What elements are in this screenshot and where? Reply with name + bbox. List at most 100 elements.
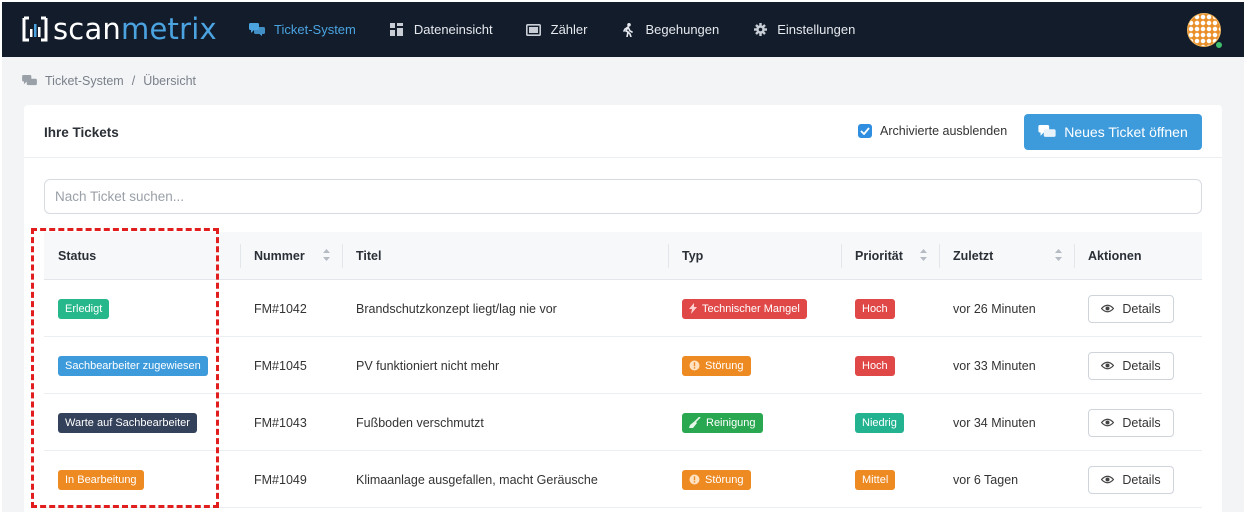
cell-status: In Bearbeitung [44, 451, 240, 508]
sort-icon [323, 249, 330, 261]
cell-titel: PV funktioniert nicht mehr [356, 358, 500, 373]
cell-nummer: FM#1045 [254, 358, 307, 373]
archive-toggle[interactable]: Archivierte ausblenden [858, 124, 1007, 138]
eye-icon [1101, 304, 1115, 313]
cell-nummer: FM#1042 [254, 301, 307, 316]
column-titel: Titel [342, 232, 668, 280]
cell-typ: Störung [668, 451, 841, 508]
breadcrumb-root[interactable]: Ticket-System [45, 74, 124, 88]
priority-badge: Mittel [855, 469, 896, 490]
cell-zuletzt: vor 6 Tagen [953, 472, 1019, 487]
comments-icon [22, 75, 37, 87]
nav-item-label: Begehungen [645, 22, 720, 37]
nav-item-einstellungen[interactable]: Einstellungen [752, 22, 855, 37]
logo-metrix-text: metrix [121, 12, 217, 46]
logo-wordmark: scanmetrix [53, 12, 217, 46]
type-badge: Technischer Mangel [682, 298, 807, 319]
column-status: Status [44, 232, 240, 280]
cell-aktionen: Details [1074, 337, 1202, 394]
details-button[interactable]: Details [1088, 408, 1174, 437]
type-label: Technischer Mangel [702, 302, 800, 315]
column-label: Typ [682, 249, 704, 263]
cell-titel: Klimaanlage ausgefallen, macht Geräusche [356, 472, 598, 487]
priority-badge: Hoch [855, 355, 895, 376]
cell-typ: Störung [668, 337, 841, 394]
cell-status: Erledigt [44, 280, 240, 337]
column-label: Titel [356, 249, 382, 263]
gear-icon [752, 23, 768, 37]
table-row: Erledigt FM#1042 Brandschutzkonzept lieg… [44, 280, 1202, 337]
cell-nummer: FM#1049 [254, 472, 307, 487]
app-logo[interactable]: scanmetrix [22, 12, 217, 46]
nav-item-label: Einstellungen [777, 22, 856, 37]
sort-icon [1055, 249, 1062, 261]
column-label: Aktionen [1088, 249, 1142, 263]
status-badge: In Bearbeitung [58, 469, 144, 490]
cell-zuletzt: vor 33 Minuten [953, 358, 1036, 373]
type-label: Störung [705, 359, 744, 372]
details-label: Details [1122, 472, 1161, 487]
nav-item-label: Dateneinsicht [413, 22, 493, 37]
nav-item-zaehler[interactable]: Zähler [526, 22, 588, 37]
cell-titel: Brandschutzkonzept liegt/lag nie vor [356, 301, 557, 316]
new-ticket-button[interactable]: Neues Ticket öffnen [1024, 114, 1202, 150]
cell-prioritaet: Hoch [841, 337, 939, 394]
details-button[interactable]: Details [1088, 294, 1174, 323]
cell-aktionen: Details [1074, 451, 1202, 508]
sort-icon [920, 249, 927, 261]
column-label: Zuletzt [953, 249, 994, 263]
column-label: Priorität [855, 249, 903, 263]
details-button[interactable]: Details [1088, 351, 1174, 380]
checkbox-checked-icon[interactable] [858, 124, 872, 138]
top-navbar: scanmetrix Ticket-System Dateneinsicht Z… [2, 2, 1244, 57]
eye-icon [1101, 418, 1115, 427]
cell-prioritaet: Niedrig [841, 394, 939, 451]
eye-icon [1101, 475, 1115, 484]
breadcrumb-separator: / [131, 74, 136, 88]
new-ticket-label: Neues Ticket öffnen [1064, 124, 1188, 140]
priority-badge: Hoch [855, 298, 895, 319]
breadcrumb: Ticket-System / Übersicht [22, 74, 196, 88]
card-title: Ihre Tickets [44, 125, 119, 140]
type-label: Störung [705, 473, 744, 486]
tickets-card: Ihre Tickets Archivierte ausblenden Neue… [24, 105, 1222, 512]
cell-prioritaet: Mittel [841, 451, 939, 508]
archive-checkbox-label: Archivierte ausblenden [880, 124, 1008, 138]
type-badge: Störung [682, 355, 751, 376]
table-row: In Bearbeitung FM#1049 Klimaanlage ausge… [44, 451, 1202, 508]
column-nummer[interactable]: Nummer [240, 232, 342, 280]
breadcrumb-current: Übersicht [143, 74, 196, 88]
details-button[interactable]: Details [1088, 465, 1174, 494]
bolt-icon [689, 303, 697, 314]
nav-menu: Ticket-System Dateneinsicht Zähler Begeh… [249, 2, 888, 57]
nav-item-begehungen[interactable]: Begehungen [621, 22, 720, 37]
grid-icon [389, 23, 405, 37]
cell-aktionen: Details [1074, 394, 1202, 451]
eye-icon [1101, 361, 1115, 370]
card-header: Ihre Tickets Archivierte ausblenden Neue… [24, 105, 1222, 158]
details-label: Details [1122, 415, 1161, 430]
cell-aktionen: Details [1074, 280, 1202, 337]
details-label: Details [1122, 358, 1161, 373]
type-badge: Reinigung [682, 412, 763, 433]
app-frame: scanmetrix Ticket-System Dateneinsicht Z… [2, 2, 1244, 512]
column-typ: Typ [668, 232, 841, 280]
comments-icon [1038, 125, 1056, 139]
type-label: Reinigung [706, 416, 756, 429]
status-badge: Warte auf Sachbearbeiter [58, 412, 197, 433]
type-badge: Störung [682, 469, 751, 490]
nav-item-label: Zähler [550, 22, 588, 37]
status-badge: Erledigt [58, 298, 110, 319]
cell-zuletzt: vor 34 Minuten [953, 415, 1036, 430]
info-icon [689, 360, 700, 371]
info-icon [689, 474, 700, 485]
nav-item-dateneinsicht[interactable]: Dateneinsicht [389, 22, 493, 37]
ticket-search-input[interactable] [44, 179, 1202, 214]
nav-item-ticket-system[interactable]: Ticket-System [249, 22, 356, 37]
column-label: Nummer [254, 249, 305, 263]
column-label: Status [58, 249, 97, 263]
column-prioritaet[interactable]: Priorität [841, 232, 939, 280]
column-zuletzt[interactable]: Zuletzt [939, 232, 1074, 280]
walking-icon [621, 22, 637, 37]
cell-typ: Technischer Mangel [668, 280, 841, 337]
